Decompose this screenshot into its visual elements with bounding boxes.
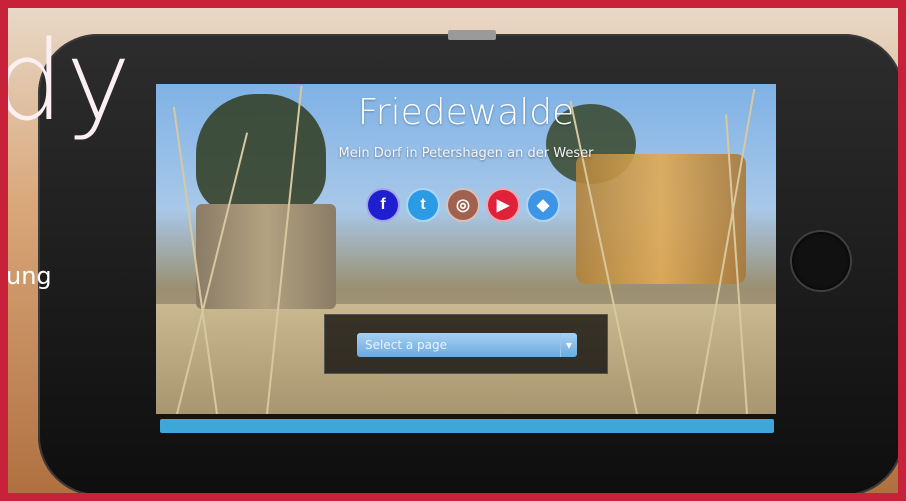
- page-select-panel: Select a page ▼: [324, 314, 608, 374]
- bottom-bar: [160, 419, 774, 433]
- background-text-fragment: ung: [6, 262, 52, 290]
- page-select[interactable]: Select a page ▼: [357, 333, 577, 357]
- site-subtitle: Mein Dorf in Petershagen an der Weser: [338, 146, 594, 161]
- youtube-icon[interactable]: ▶: [486, 188, 520, 222]
- phone: Friedewalde Mein Dorf in Petershagen an …: [38, 30, 898, 493]
- site-title: Friedewalde: [357, 92, 575, 133]
- home-button[interactable]: [790, 230, 852, 292]
- twitter-icon[interactable]: t: [406, 188, 440, 222]
- instagram-icon[interactable]: ◎: [446, 188, 480, 222]
- background-heading-fragment: dy: [0, 17, 133, 145]
- facebook-icon[interactable]: f: [366, 188, 400, 222]
- phone-screen: Friedewalde Mein Dorf in Petershagen an …: [156, 84, 776, 414]
- page-select-placeholder: Select a page: [365, 338, 447, 352]
- chevron-down-icon[interactable]: ▼: [560, 333, 577, 357]
- hay-bale: [576, 154, 746, 284]
- dropbox-icon[interactable]: ◆: [526, 188, 560, 222]
- photo-frame: dy ung Friedewalde Mein Dorf in Petersha…: [0, 0, 906, 501]
- social-links: f t ◎ ▶ ◆: [366, 188, 576, 224]
- power-button: [448, 30, 496, 40]
